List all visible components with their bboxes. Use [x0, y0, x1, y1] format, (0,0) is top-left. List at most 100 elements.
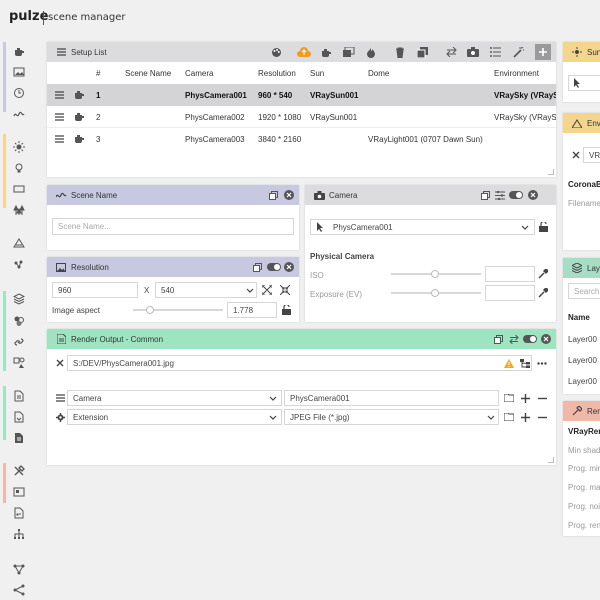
scene-name-input[interactable]: Scene Name... [52, 218, 294, 235]
resize-handle[interactable] [548, 457, 554, 463]
environment-select[interactable]: VR [583, 147, 600, 163]
expand-icon[interactable] [260, 283, 274, 297]
materials-icon[interactable] [12, 314, 26, 328]
add-row-button[interactable] [518, 391, 532, 405]
drag-handle-icon[interactable] [52, 88, 66, 102]
layers-search-input[interactable]: Search [568, 283, 600, 299]
gear-icon[interactable] [53, 410, 67, 424]
close-icon[interactable] [283, 261, 295, 273]
cursor-pick-icon[interactable] [313, 220, 327, 234]
image-icon[interactable] [12, 65, 26, 79]
teapot-render-icon[interactable] [320, 46, 332, 58]
particles-icon[interactable] [12, 258, 26, 272]
tree-icon[interactable] [518, 356, 532, 370]
tools-icon[interactable] [12, 464, 26, 478]
rectangle-icon[interactable] [12, 182, 26, 196]
camera-select[interactable]: PhysCamera001 [310, 219, 535, 235]
token-value-select[interactable]: JPEG File (*.jpg) [284, 409, 499, 425]
output-path-input[interactable]: S:/DEV/PhysCamera001.jpg [67, 355, 532, 371]
chevron-down-icon[interactable] [484, 410, 498, 424]
document-icon[interactable] [12, 389, 26, 403]
chevron-down-icon[interactable] [266, 410, 280, 424]
copy-icon[interactable] [267, 189, 279, 201]
exposure-input[interactable] [485, 285, 535, 301]
network-icon[interactable] [12, 562, 26, 576]
teapot-icon[interactable] [12, 44, 26, 58]
cloud-upload-icon[interactable] [297, 45, 311, 59]
table-row[interactable]: 1 PhysCamera001 960 * 540 VRaySun001 VRa… [47, 84, 556, 106]
collapse-icon[interactable] [278, 283, 292, 297]
table-row[interactable]: 3 PhysCamera003 3840 * 2160 VRayLight001… [47, 128, 556, 150]
add-row-button[interactable] [518, 410, 532, 424]
document-export-icon[interactable] [12, 410, 26, 424]
clear-icon[interactable] [569, 148, 583, 162]
iso-slider-knob[interactable] [431, 270, 439, 278]
list-item[interactable]: Layer00 [568, 356, 597, 365]
mountain-icon[interactable] [12, 236, 26, 250]
render-output-enable-toggle[interactable] [523, 335, 537, 343]
clock-icon[interactable] [12, 86, 26, 100]
hamburger-icon[interactable] [55, 46, 67, 58]
script-icon[interactable] [12, 506, 26, 520]
frame-icon[interactable] [12, 485, 26, 499]
camera-enable-toggle[interactable] [509, 191, 523, 199]
layers-icon[interactable] [12, 292, 26, 306]
list-icon[interactable] [489, 46, 501, 58]
token-value-field[interactable]: PhysCamera001 [284, 390, 499, 406]
iso-input[interactable] [485, 266, 535, 282]
link-icon[interactable] [12, 335, 26, 349]
copy-icon[interactable] [251, 261, 263, 273]
remove-row-button[interactable] [535, 410, 549, 424]
gallery-icon[interactable] [343, 46, 355, 58]
copy-icon[interactable] [479, 189, 491, 201]
palette-icon[interactable] [270, 46, 282, 58]
aspect-value-input[interactable]: 1.778 [227, 302, 277, 318]
close-icon[interactable] [527, 189, 539, 201]
sun-icon[interactable] [12, 140, 26, 154]
trash-icon[interactable] [394, 46, 406, 58]
document-text-icon[interactable] [12, 431, 26, 445]
lock-icon[interactable] [536, 220, 550, 234]
folder-icon[interactable] [502, 410, 516, 424]
list-item[interactable]: Layer00 [568, 377, 597, 386]
add-scene-button[interactable] [535, 44, 551, 60]
close-icon[interactable] [283, 189, 295, 201]
chevron-down-icon[interactable] [266, 391, 280, 405]
drag-handle-icon[interactable] [52, 132, 66, 146]
table-row[interactable]: 2 PhysCamera002 1920 * 1080 VRaySun001 V… [47, 106, 556, 128]
copy-icon[interactable] [492, 333, 504, 345]
scene-icon[interactable] [12, 356, 26, 370]
cursor-pick-icon[interactable] [570, 76, 584, 90]
chevron-down-icon[interactable] [243, 283, 257, 297]
hierarchy-icon[interactable] [12, 527, 26, 541]
eyedropper-icon[interactable] [536, 286, 550, 300]
eyedropper-icon[interactable] [536, 267, 550, 281]
lamps-icon[interactable] [12, 203, 26, 217]
swap-icon[interactable] [445, 46, 457, 58]
drag-handle-icon[interactable] [52, 110, 66, 124]
light-bulb-icon[interactable] [12, 161, 26, 175]
exposure-slider-knob[interactable] [431, 289, 439, 297]
list-item[interactable]: Layer00 [568, 335, 597, 344]
list-icon[interactable] [53, 391, 67, 405]
camera-icon[interactable] [467, 46, 479, 58]
nodes-icon[interactable] [12, 583, 26, 597]
width-input[interactable]: 960 [52, 282, 138, 298]
token-type-select[interactable]: Extension [67, 409, 282, 425]
height-input[interactable]: 540 [155, 282, 257, 298]
fire-icon[interactable] [365, 46, 377, 58]
remove-row-button[interactable] [535, 391, 549, 405]
resize-handle[interactable] [548, 169, 554, 175]
folder-icon[interactable] [502, 391, 516, 405]
clear-path-icon[interactable] [53, 356, 67, 370]
lock-icon[interactable] [279, 303, 293, 317]
more-options-icon[interactable] [535, 356, 549, 370]
chevron-down-icon[interactable] [518, 220, 532, 234]
aspect-slider-knob[interactable] [146, 306, 154, 314]
token-type-select[interactable]: Camera [67, 390, 282, 406]
close-icon[interactable] [540, 333, 552, 345]
resolution-enable-toggle[interactable] [267, 263, 281, 271]
wave-icon[interactable] [12, 107, 26, 121]
swap-icon[interactable] [508, 333, 520, 345]
settings-sliders-icon[interactable] [494, 189, 506, 201]
